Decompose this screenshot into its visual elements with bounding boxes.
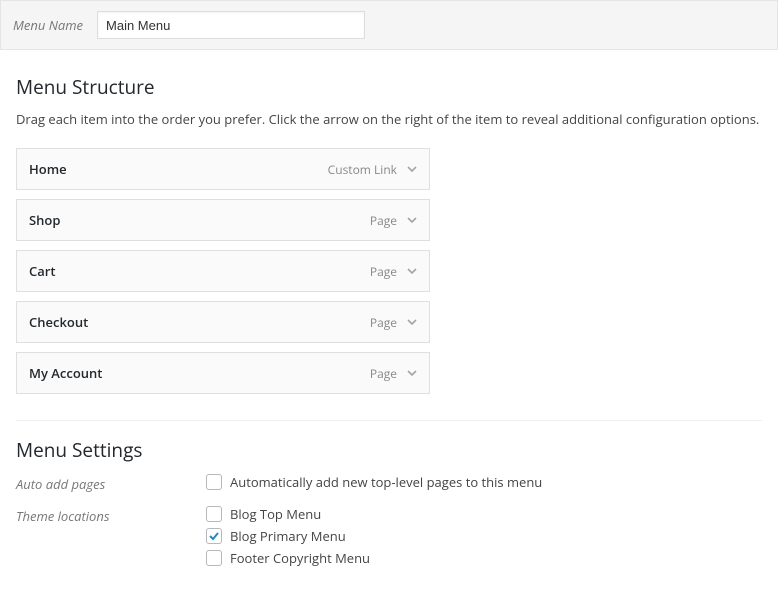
theme-locations-label: Theme locations: [16, 505, 206, 525]
theme-locations-row: Theme locations Blog Top Menu Blog Prima…: [16, 505, 762, 571]
menu-item-type: Page: [370, 212, 397, 229]
menu-name-label: Menu Name: [13, 16, 83, 34]
auto-add-pages-label: Auto add pages: [16, 473, 206, 493]
theme-location-footer-copyright[interactable]: Footer Copyright Menu: [206, 549, 762, 567]
checkbox[interactable]: [206, 528, 222, 544]
menu-item-cart[interactable]: Cart Page: [16, 250, 430, 292]
menu-name-input[interactable]: [97, 11, 365, 39]
menu-item-type: Page: [370, 263, 397, 280]
menu-item-type: Page: [370, 365, 397, 382]
menu-item-home[interactable]: Home Custom Link: [16, 148, 430, 190]
menu-item-title: Checkout: [29, 313, 88, 331]
theme-location-blog-top[interactable]: Blog Top Menu: [206, 505, 762, 523]
theme-location-blog-primary[interactable]: Blog Primary Menu: [206, 527, 762, 545]
menu-name-bar: Menu Name: [0, 0, 778, 50]
menu-item-title: My Account: [29, 364, 102, 382]
checkbox-label: Automatically add new top-level pages to…: [230, 473, 542, 491]
caret-down-icon[interactable]: [407, 364, 417, 382]
checkbox-label: Blog Primary Menu: [230, 527, 346, 545]
checkbox-label: Footer Copyright Menu: [230, 549, 370, 567]
auto-add-pages-option[interactable]: Automatically add new top-level pages to…: [206, 473, 762, 491]
menu-item-title: Cart: [29, 262, 56, 280]
menu-item-checkout[interactable]: Checkout Page: [16, 301, 430, 343]
checkbox[interactable]: [206, 506, 222, 522]
menu-item-title: Home: [29, 160, 67, 178]
menu-settings-title: Menu Settings: [16, 437, 762, 463]
menu-item-my-account[interactable]: My Account Page: [16, 352, 430, 394]
section-divider: [16, 420, 762, 421]
caret-down-icon[interactable]: [407, 262, 417, 280]
caret-down-icon[interactable]: [407, 160, 417, 178]
content-area: Menu Structure Drag each item into the o…: [0, 50, 778, 601]
menu-item-title: Shop: [29, 211, 60, 229]
menu-items-list: Home Custom Link Shop Page Cart Page: [16, 148, 430, 394]
caret-down-icon[interactable]: [407, 313, 417, 331]
menu-structure-title: Menu Structure: [16, 74, 762, 100]
menu-item-type: Custom Link: [328, 161, 397, 178]
menu-structure-instructions: Drag each item into the order you prefer…: [16, 110, 762, 128]
auto-add-pages-row: Auto add pages Automatically add new top…: [16, 473, 762, 495]
caret-down-icon[interactable]: [407, 211, 417, 229]
menu-item-type: Page: [370, 314, 397, 331]
menu-item-shop[interactable]: Shop Page: [16, 199, 430, 241]
checkbox-label: Blog Top Menu: [230, 505, 321, 523]
checkbox[interactable]: [206, 550, 222, 566]
checkbox[interactable]: [206, 474, 222, 490]
